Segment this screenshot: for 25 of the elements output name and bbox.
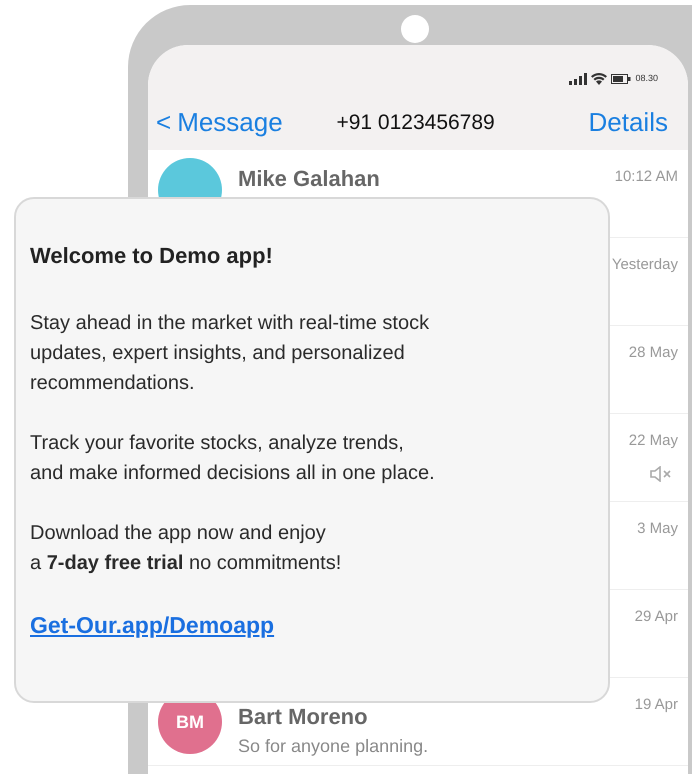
contact-name: Mike Galahan: [238, 165, 380, 193]
details-link[interactable]: Details: [588, 103, 668, 142]
wifi-icon: [591, 73, 608, 85]
app-link[interactable]: Get-Our.app/Demoapp: [30, 612, 274, 638]
message-time: 29 Apr: [634, 607, 678, 627]
status-time: 08.30: [635, 72, 658, 86]
popup-paragraph: Stay ahead in the market with real-time stock updates, expert insights, and personalized recommendations.: [30, 311, 430, 396]
signal-icon: [569, 73, 588, 85]
camera-icon: [401, 15, 429, 43]
popup-title: Welcome to Demo app!: [30, 242, 274, 270]
back-link[interactable]: < Message: [156, 103, 283, 142]
battery-icon: [611, 74, 632, 84]
back-label: Message: [177, 106, 283, 139]
message-time: 19 Apr: [634, 695, 678, 715]
message-preview: So for anyone planning.: [238, 735, 430, 758]
contact-number: +91 0123456789: [336, 110, 495, 136]
contact-name: Bart Moreno: [238, 703, 368, 731]
popup-paragraph: Track your favorite stocks, analyze trends, and make informed decisions all in one place.: [30, 431, 436, 486]
message-time: 3 May: [637, 519, 678, 539]
message-time: 28 May: [628, 343, 678, 363]
back-chevron: <: [156, 106, 172, 139]
message-time: 22 May: [628, 431, 678, 451]
popup-paragraph: Download the app now and enjoy a 7-day free trial no commitments!: [30, 521, 342, 576]
message-time: 10:12 AM: [614, 167, 678, 187]
message-time: Yesterday: [612, 255, 678, 275]
